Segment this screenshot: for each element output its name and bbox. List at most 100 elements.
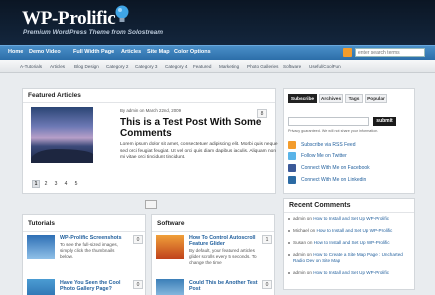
- comment-link[interactable]: How to Install and Set Up WP-Prolific: [313, 270, 389, 275]
- twitter-icon: [288, 152, 296, 160]
- category-nav: A-Tutorials Articles Blog Design Categor…: [0, 60, 435, 73]
- category-link[interactable]: A-Tutorials: [20, 64, 42, 69]
- link-label[interactable]: Follow Me on Twitter: [301, 153, 347, 159]
- comment-count-badge[interactable]: 1: [262, 235, 272, 244]
- page-5[interactable]: 5: [72, 180, 80, 188]
- comment-count-badge[interactable]: 8: [257, 109, 267, 118]
- category-link[interactable]: Category 4: [165, 64, 187, 69]
- twitter-link[interactable]: Follow Me on Twitter: [288, 152, 408, 162]
- tutorials-panel: Tutorials WP-Prolific Screenshots To see…: [22, 214, 146, 295]
- submit-button[interactable]: submit: [373, 117, 396, 126]
- category-link[interactable]: Category 2: [106, 64, 128, 69]
- item-title[interactable]: Could This be Another Test Post: [189, 280, 261, 292]
- category-link[interactable]: Marketing: [219, 64, 239, 69]
- software-panel: Software How To Control Autoscroll Featu…: [151, 214, 275, 295]
- link-label[interactable]: Connect With Me on Linkedin: [301, 177, 366, 183]
- comment-count-badge[interactable]: 0: [133, 235, 143, 244]
- category-link[interactable]: Photo Galleries: [247, 64, 278, 69]
- divider: [284, 212, 414, 213]
- nav-demo-video[interactable]: Demo Video: [29, 49, 61, 55]
- link-label[interactable]: Connect With Me on Facebook: [301, 165, 370, 171]
- post-title[interactable]: This is a Test Post With Some Comments: [120, 117, 270, 139]
- recent-comments-widget: Recent Comments admin on How to Install …: [283, 198, 415, 290]
- tutorials-title: Tutorials: [28, 220, 55, 227]
- bullet: [288, 254, 290, 256]
- divider: [152, 231, 274, 232]
- linkedin-link[interactable]: Connect With Me on Linkedin: [288, 176, 408, 186]
- gallery-thumbnail[interactable]: [27, 279, 55, 295]
- screenshot-thumbnail[interactable]: [27, 235, 55, 259]
- linkedin-icon: [288, 176, 296, 184]
- main-nav: Home Demo Video Full Width Page Articles…: [0, 45, 435, 60]
- comment-author: Michael on: [293, 228, 316, 233]
- item-excerpt: By default, your featured articles glide…: [189, 248, 257, 265]
- recent-comment-item: admin on How to Create a Site Map Page :…: [288, 252, 411, 264]
- item-title[interactable]: WP-Prolific Screenshots: [60, 235, 130, 241]
- comment-link[interactable]: How to Install and Set Up WP-Prolific: [314, 240, 390, 245]
- bullet: [288, 272, 290, 274]
- page-3[interactable]: 3: [52, 180, 60, 188]
- site-logo[interactable]: WP-Prolific: [22, 8, 116, 30]
- recent-comment-item: admin on How to Install and Set Up WP-Pr…: [288, 216, 411, 222]
- item-title[interactable]: Have You Seen the Cool Photo Gallery Pag…: [60, 280, 130, 292]
- facebook-icon: [288, 164, 296, 172]
- tab-archives[interactable]: Archives: [319, 94, 343, 103]
- site-header: WP-Prolific Premium WordPress Theme from…: [0, 0, 435, 45]
- nav-articles[interactable]: Articles: [121, 49, 141, 55]
- category-link[interactable]: Useful/CoolFun: [309, 64, 341, 69]
- rss-link[interactable]: Subscribe via RSS Feed: [288, 141, 408, 151]
- featured-articles-panel: Featured Articles By admin on March 22nd…: [22, 88, 278, 194]
- category-link[interactable]: Articles: [50, 64, 65, 69]
- site-tagline: Premium WordPress Theme from Solostream: [23, 29, 164, 36]
- bullet: [288, 218, 290, 220]
- test-post-thumbnail[interactable]: [156, 279, 184, 295]
- nav-site-map[interactable]: Site Map: [147, 49, 170, 55]
- tab-tags[interactable]: Tags: [345, 94, 363, 103]
- recent-comment-item: Michael on How to Install and Set Up WP-…: [288, 228, 411, 234]
- category-link[interactable]: Category 3: [135, 64, 157, 69]
- recent-comment-item: admin on How to Install and Set Up WP-Pr…: [288, 270, 411, 276]
- tab-popular[interactable]: Popular: [365, 94, 387, 103]
- subscribe-widget: Subscribe Archives Tags Popular submit P…: [283, 88, 415, 194]
- autoscroll-thumbnail[interactable]: [156, 235, 184, 259]
- rss-icon[interactable]: [343, 48, 352, 57]
- nav-color-options[interactable]: Color Options: [174, 49, 211, 55]
- category-link[interactable]: Blog Design: [74, 64, 99, 69]
- recent-comment-item: Susan on How to Install and Set Up WP-Pr…: [288, 240, 411, 246]
- comment-count-badge[interactable]: 0: [262, 280, 272, 289]
- page-1[interactable]: 1: [32, 180, 40, 188]
- bullet: [288, 230, 290, 232]
- item-title[interactable]: How To Control Autoscroll Feature Glider: [189, 235, 261, 247]
- page-2[interactable]: 2: [42, 180, 50, 188]
- recent-comments-title: Recent Comments: [289, 202, 351, 209]
- tab-subscribe[interactable]: Subscribe: [288, 94, 317, 103]
- comment-author: admin on: [293, 270, 312, 275]
- featured-title: Featured Articles: [28, 92, 81, 99]
- featured-thumbnail[interactable]: [31, 107, 93, 163]
- post-meta: By admin on March 22nd, 2009: [120, 108, 182, 113]
- page-4[interactable]: 4: [62, 180, 70, 188]
- post-excerpt: Lorem ipsum dolor sit amet, consectetuer…: [120, 142, 278, 160]
- comment-link[interactable]: How to Install and Set Up WP-Prolific: [313, 216, 389, 221]
- privacy-note: Privacy guaranteed. We will not share yo…: [288, 129, 379, 133]
- category-link[interactable]: Software: [283, 64, 301, 69]
- divider: [23, 102, 275, 103]
- item-excerpt: To see the full-sized images, simply cli…: [60, 242, 118, 259]
- facebook-link[interactable]: Connect With Me on Facebook: [288, 164, 408, 174]
- divider: [23, 231, 145, 232]
- search-input[interactable]: [355, 48, 425, 57]
- category-link[interactable]: Featured: [193, 64, 211, 69]
- rss-icon: [288, 141, 296, 149]
- bullet: [288, 242, 290, 244]
- comment-link[interactable]: How to Install and Set Up WP-Prolific: [317, 228, 393, 233]
- comment-count-badge[interactable]: 0: [133, 280, 143, 289]
- search-box: [343, 48, 425, 58]
- nav-home[interactable]: Home: [8, 49, 23, 55]
- nav-full-width-page[interactable]: Full Width Page: [73, 49, 114, 55]
- thumbnail-landscape: [31, 149, 93, 163]
- comment-author: admin on: [293, 252, 312, 257]
- email-field[interactable]: [288, 117, 369, 126]
- lightbulb-icon: [115, 5, 129, 22]
- link-label[interactable]: Subscribe via RSS Feed: [301, 142, 355, 148]
- software-title: Software: [157, 220, 185, 227]
